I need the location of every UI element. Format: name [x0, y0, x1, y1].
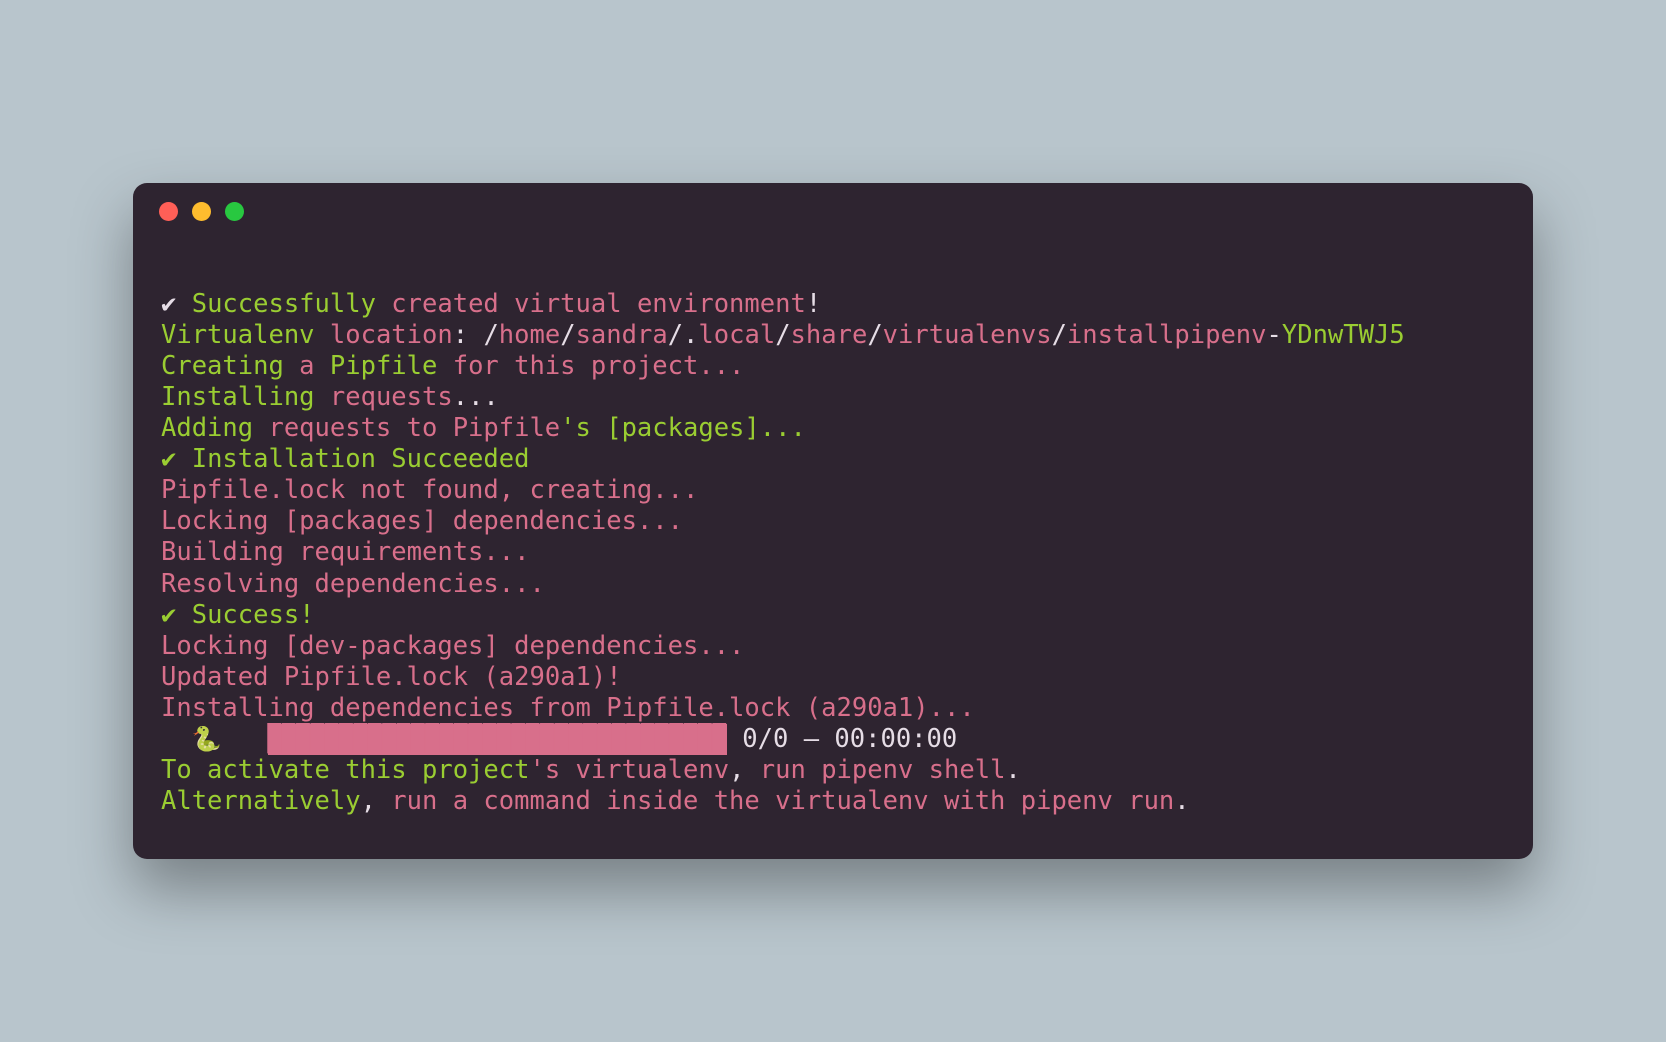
output-text: requests to Pipfile [268, 413, 560, 443]
output-text: Pipfile [330, 351, 437, 381]
window-titlebar [133, 183, 1533, 241]
output-line: ✔ Successfully created virtual environme… [161, 289, 1505, 320]
output-text [222, 724, 268, 754]
output-line: Virtualenv location: /home/sandra/.local… [161, 320, 1505, 351]
output-line: ✔ Success! [161, 600, 1505, 631]
output-text: Successfully [176, 289, 376, 319]
output-text: Alternatively [161, 786, 361, 816]
output-text: (a290a1)... [806, 693, 975, 723]
output-text: for this project... [437, 351, 744, 381]
output-text: Pipfile.lock not found, creating... [161, 475, 698, 505]
output-line: To activate this project's virtualenv, r… [161, 755, 1505, 786]
snake-icon: 🐍 [192, 725, 222, 753]
output-line: 🐍 ▉▉▉▉▉▉▉▉▉▉▉▉▉▉▉▉▉▉▉▉▉▉▉▉▉▉▉▉▉▉▉▉ 0/0 —… [161, 724, 1505, 755]
check-icon: ✔ [161, 289, 176, 319]
output-line: Resolving dependencies... [161, 569, 1505, 600]
output-text: dependencies... [437, 506, 683, 536]
terminal-window: ✔ Successfully created virtual environme… [133, 183, 1533, 860]
output-text: 's virtualenv [529, 755, 729, 785]
output-line: Installing dependencies from Pipfile.loc… [161, 693, 1505, 724]
maximize-icon[interactable] [225, 202, 244, 221]
output-text: YDnwTWJ5 [1282, 320, 1405, 350]
output-text: requests [330, 382, 453, 412]
output-text: Virtualenv [161, 320, 330, 350]
output-text: ! [806, 289, 821, 319]
output-line: Locking [dev-packages] dependencies... [161, 631, 1505, 662]
output-text: . [1174, 786, 1189, 816]
output-text: location [330, 320, 453, 350]
output-text: run pipenv shell [760, 755, 1006, 785]
output-text: Adding [161, 413, 268, 443]
output-line: ✔ Installation Succeeded [161, 444, 1505, 475]
check-icon: ✔ [161, 600, 176, 630]
terminal-output: ✔ Successfully created virtual environme… [133, 241, 1533, 860]
output-text: share [791, 320, 868, 350]
output-text: Updated Pipfile.lock [161, 662, 483, 692]
output-text: created virtual environment [376, 289, 806, 319]
output-text: a [284, 351, 330, 381]
progress-bar: ▉▉▉▉▉▉▉▉▉▉▉▉▉▉▉▉▉▉▉▉▉▉▉▉▉▉▉▉▉▉▉▉ [268, 724, 727, 755]
output-text [161, 724, 192, 754]
output-text: [packages] [284, 506, 438, 536]
output-text: / [560, 320, 575, 350]
output-text: Resolving dependencies... [161, 569, 545, 599]
output-text: Locking [161, 631, 284, 661]
output-text: virtualenvs [883, 320, 1052, 350]
output-line: Adding requests to Pipfile's [packages].… [161, 413, 1505, 444]
output-text: - [1267, 320, 1282, 350]
output-text: / [1052, 320, 1067, 350]
output-text: . [1005, 755, 1020, 785]
progress-stats: 0/0 — 00:00:00 [727, 724, 957, 754]
minimize-icon[interactable] [192, 202, 211, 221]
output-text: Locking [161, 506, 284, 536]
output-text: 's [packages]... [560, 413, 806, 443]
output-text: sandra [576, 320, 668, 350]
output-line: Locking [packages] dependencies... [161, 506, 1505, 537]
output-text: To activate this project [161, 755, 529, 785]
output-line: Installing requests... [161, 382, 1505, 413]
output-text: Installing dependencies from Pipfile.loc… [161, 693, 806, 723]
output-text: /. [668, 320, 699, 350]
output-text: Installing [161, 382, 330, 412]
output-line: Creating a Pipfile for this project... [161, 351, 1505, 382]
output-line: Building requirements... [161, 537, 1505, 568]
output-text: ... [453, 382, 499, 412]
output-text: Creating [161, 351, 284, 381]
output-text: local [698, 320, 775, 350]
output-text: / [483, 320, 498, 350]
output-text: Building requirements... [161, 537, 529, 567]
output-text: Success! [176, 600, 314, 630]
output-text: home [499, 320, 560, 350]
output-line: Updated Pipfile.lock (a290a1)! [161, 662, 1505, 693]
output-line: Alternatively, run a command inside the … [161, 786, 1505, 817]
output-text: : [453, 320, 484, 350]
output-text: dependencies... [499, 631, 745, 661]
output-line: Pipfile.lock not found, creating... [161, 475, 1505, 506]
output-text: / [775, 320, 790, 350]
output-text: / [867, 320, 882, 350]
check-icon: ✔ [161, 444, 176, 474]
output-text: run a command inside the virtualenv with… [376, 786, 1174, 816]
close-icon[interactable] [159, 202, 178, 221]
output-text: Installation Succeeded [176, 444, 529, 474]
output-text: [dev-packages] [284, 631, 499, 661]
output-text: installpipenv [1067, 320, 1267, 350]
output-text: , [361, 786, 376, 816]
output-text: , [729, 755, 760, 785]
output-text: (a290a1)! [483, 662, 621, 692]
